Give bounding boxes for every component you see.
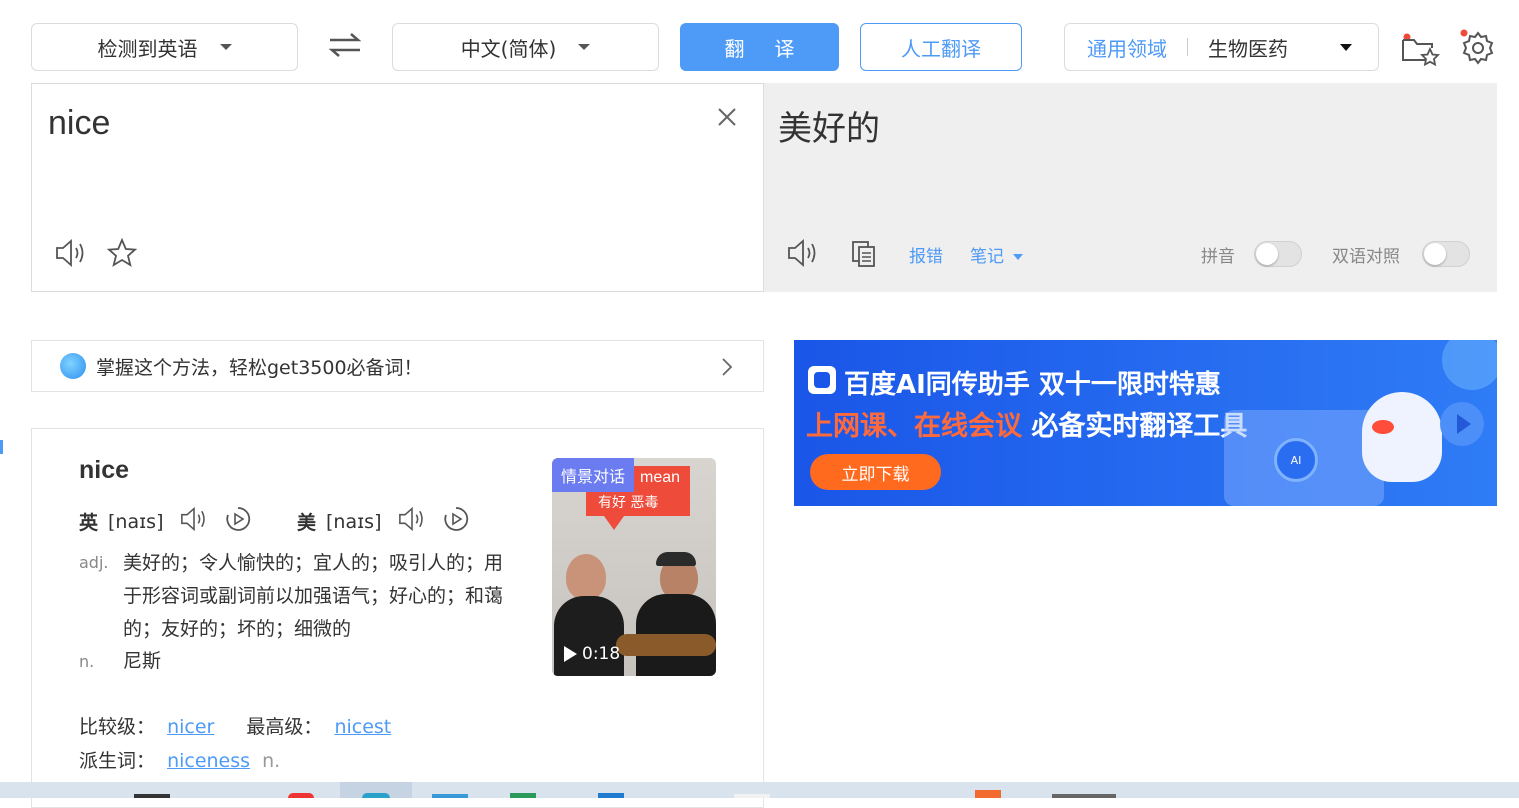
dictionary-word: nice [79,456,130,484]
ad-banner[interactable]: 百度AI同传助手 双十一限时特惠 上网课、在线会议 必备实时翻译工具 立即下载 … [794,340,1497,506]
ad-subtitle: 上网课、在线会议 必备实时翻译工具 [806,404,1247,443]
chevron-down-icon [578,44,591,50]
taskbar [0,782,1519,798]
chevron-right-icon [721,357,733,381]
target-language-label: 中文(简体) [460,36,557,61]
pos-noun: n. [79,652,95,671]
uk-label: 英 [79,512,99,534]
ad-subtitle-rest: 必备实时翻译工具 [1031,411,1248,442]
scenario-video-thumbnail[interactable]: mean 有好 恶毒 情景对话 0:18 [552,458,716,676]
superlative-link[interactable]: nicest [334,716,391,738]
speaker-icon[interactable] [178,506,210,537]
us-label: 美 [297,512,317,534]
decorative-circle [1442,340,1497,390]
comparative-label: 比较级： [79,716,156,738]
taskbar-app-icon[interactable] [1052,794,1116,798]
derivative-row: 派生词： niceness n. [79,746,280,773]
guitar [616,634,716,656]
notes-label: 笔记 [970,247,1004,267]
domain-selected-label: 生物医药 [1208,36,1288,61]
ad-title: 百度AI同传助手 双十一限时特惠 [844,370,1221,400]
ai-sync-icon: AI [1274,438,1318,482]
taskbar-app-icon[interactable] [598,793,624,798]
clear-input-icon[interactable] [716,106,738,128]
promo-logo-icon [60,353,86,379]
target-language-select[interactable]: 中文(简体) [392,23,659,71]
derivative-link[interactable]: niceness [167,750,250,772]
star-favorite-icon[interactable] [106,237,138,268]
translation-output-panel: 美好的 报错 笔记 拼音 双语对照 [764,83,1497,292]
chevron-down-icon [1013,254,1024,260]
human-translate-button[interactable]: 人工翻译 [860,23,1022,71]
speaker-icon[interactable] [54,238,88,268]
play-circle-icon [1440,402,1484,446]
copy-icon[interactable] [850,240,878,268]
us-ipa: [naɪs] [326,510,382,533]
superlative-label: 最高级： [246,716,323,738]
person-body [554,596,624,676]
caption-en: mean [640,469,681,486]
person-head [566,554,606,600]
bilingual-label: 双语对照 [1332,247,1400,267]
word-forms-row: 比较级： nicer 最高级： nicest [79,712,391,739]
baidu-ai-logo-icon [808,366,836,394]
replay-play-icon[interactable] [224,505,252,538]
speaker-icon[interactable] [396,506,428,537]
vocab-promo-banner[interactable]: 掌握这个方法，轻松get3500必备词！ [31,340,764,392]
domain-general-option[interactable]: 通用领域 [1087,33,1167,62]
chevron-down-icon [219,44,232,50]
settings-gear-icon[interactable] [1458,28,1496,66]
definition-noun: 尼斯 [123,650,162,672]
download-now-button[interactable]: 立即下载 [810,454,941,490]
taskbar-app-icon[interactable] [288,793,314,798]
uk-ipa: [naɪs] [108,510,164,533]
source-language-label: 检测到英语 [97,36,198,61]
translate-button[interactable]: 翻译 [680,23,839,71]
video-duration: 0:18 [562,644,620,664]
domain-select[interactable]: 通用领域 生物医药 [1064,23,1379,71]
report-error-link[interactable]: 报错 [909,242,943,267]
taskbar-app-icon[interactable] [975,790,1001,798]
replay-play-icon[interactable] [442,505,470,538]
side-indicator [0,440,3,454]
chevron-down-icon [1340,44,1352,51]
video-tag: 情景对话 [552,458,635,492]
taskbar-app-icon[interactable] [134,794,170,798]
play-icon [564,646,577,662]
speech-bubble-tail [604,516,624,530]
notes-dropdown[interactable]: 笔记 [970,242,1024,267]
uk-pronunciation: 英 [naɪs] [79,505,252,538]
caption-cn: 有好 恶毒 [598,495,659,511]
favorites-folder-icon[interactable] [1400,30,1440,67]
person-cap [656,552,696,566]
swap-languages-icon[interactable] [327,30,363,60]
bilingual-toggle[interactable] [1422,241,1470,267]
source-language-select[interactable]: 检测到英语 [31,23,298,71]
definition-adj: 美好的；令人愉快的；宜人的；吸引人的；用于形容词或副词前以加强语气；好心的；和蔼… [123,552,504,640]
translation-output-text: 美好的 [778,109,880,149]
pinyin-toggle[interactable] [1254,241,1302,267]
derivative-label: 派生词： [79,750,156,772]
divider [1187,38,1188,56]
pinyin-label: 拼音 [1201,247,1235,267]
ad-subtitle-highlight: 上网课、在线会议 [806,411,1022,442]
taskbar-app-icon[interactable] [734,794,770,798]
source-text-input[interactable]: nice [48,104,110,143]
taskbar-app-icon[interactable] [362,793,390,798]
source-text-panel[interactable]: nice [31,83,764,292]
pos-adj: adj. [79,553,109,572]
speaker-icon[interactable] [786,238,820,268]
mascot-illustration [1362,392,1442,482]
comparative-link[interactable]: nicer [167,716,214,738]
promo-text: 掌握这个方法，轻松get3500必备词！ [96,356,423,379]
taskbar-app-icon[interactable] [510,793,536,798]
taskbar-app-icon[interactable] [432,794,468,798]
us-pronunciation: 美 [naɪs] [297,505,470,538]
derivative-pos: n. [262,750,281,772]
